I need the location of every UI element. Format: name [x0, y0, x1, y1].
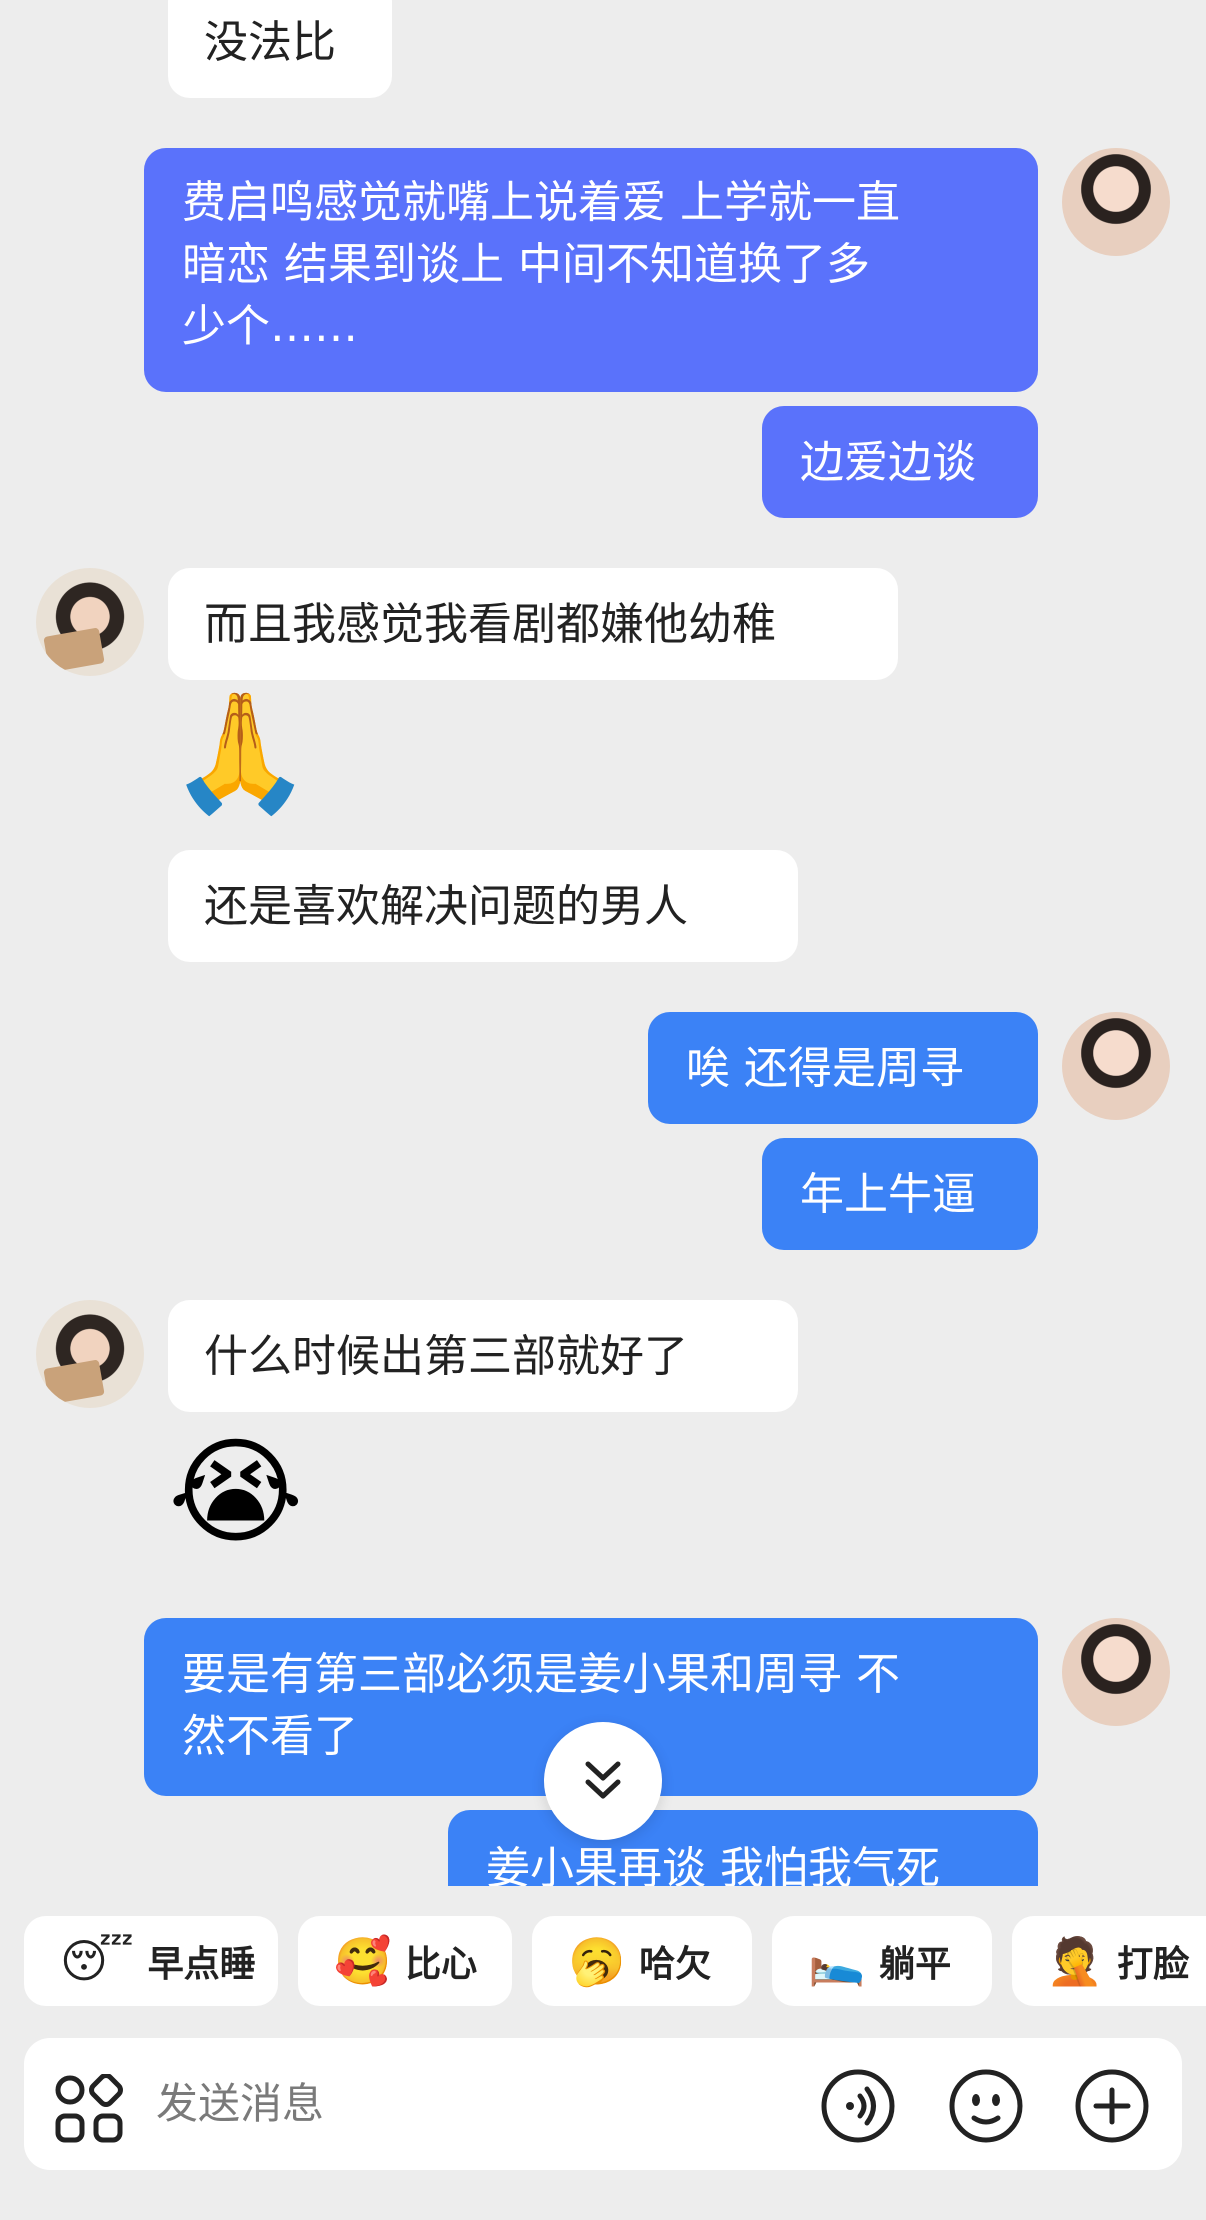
- message-input-bar: 发送消息: [24, 2038, 1182, 2170]
- heart-gesture-icon: 🥰: [334, 1934, 392, 1988]
- message-bubble-sent[interactable]: 姜小果再谈 我怕我气死: [448, 1810, 1038, 1886]
- message-bubble-sent[interactable]: 边爱边谈: [762, 406, 1038, 518]
- message-text: 还是喜欢解决问题的男人: [204, 881, 688, 932]
- plus-icon[interactable]: [1074, 2068, 1150, 2144]
- praying-hands-emoji[interactable]: 🙏: [168, 688, 312, 818]
- crying-face-emoji[interactable]: 😭: [168, 1428, 304, 1558]
- message-text: 没法比: [204, 17, 336, 68]
- sleeping-face-icon: 😴: [60, 1934, 134, 1988]
- quick-reply-bar[interactable]: 😴 早点睡 🥰 比心 🥱 哈欠 🛌 躺平 🤦 打脸: [0, 1916, 1206, 2008]
- message-input[interactable]: 发送消息: [156, 2076, 324, 2132]
- message-bubble-sent[interactable]: 年上牛逼: [762, 1138, 1038, 1250]
- self-avatar[interactable]: [1062, 1618, 1170, 1726]
- chevron-double-down-icon: [585, 1761, 621, 1799]
- quick-reply-label: 早点睡: [147, 1944, 256, 1985]
- scroll-to-bottom-button[interactable]: [544, 1722, 662, 1840]
- message-bubble-received[interactable]: 而且我感觉我看剧都嫌他幼稚: [168, 568, 898, 680]
- quick-reply-label: 哈欠: [639, 1944, 712, 1985]
- lying-down-icon: 🛌: [808, 1934, 866, 1988]
- quick-reply-yawn[interactable]: 🥱 哈欠: [532, 1916, 752, 2006]
- face-slap-icon: 🤦: [1046, 1934, 1104, 1988]
- message-bubble-received[interactable]: 还是喜欢解决问题的男人: [168, 850, 798, 962]
- message-bubble-received[interactable]: 没法比: [168, 0, 392, 98]
- message-text: 姜小果再谈 我怕我气死: [486, 1843, 940, 1886]
- contact-avatar[interactable]: [36, 568, 144, 676]
- quick-reply-sleep[interactable]: 😴 早点睡: [24, 1916, 278, 2006]
- message-text-line: 暗恋 结果到谈上 中间不知道换了多: [182, 239, 870, 290]
- message-text-line: 少个……: [182, 301, 358, 352]
- quick-reply-face-slap[interactable]: 🤦 打脸: [1012, 1916, 1206, 2006]
- quick-reply-label: 躺平: [879, 1944, 952, 1985]
- self-avatar[interactable]: [1062, 148, 1170, 256]
- voice-icon[interactable]: [820, 2068, 896, 2144]
- contact-avatar[interactable]: [36, 1300, 144, 1408]
- message-text-line: 要是有第三部必须是姜小果和周寻 不: [182, 1649, 900, 1700]
- message-text: 唉 还得是周寻: [686, 1043, 964, 1094]
- quick-reply-label: 打脸: [1117, 1944, 1190, 1985]
- self-avatar[interactable]: [1062, 1012, 1170, 1120]
- quick-reply-lie-flat[interactable]: 🛌 躺平: [772, 1916, 992, 2006]
- apps-grid-icon[interactable]: [54, 2074, 124, 2144]
- message-text: 年上牛逼: [800, 1169, 976, 1220]
- message-text: 什么时候出第三部就好了: [204, 1331, 688, 1382]
- yawning-face-icon: 🥱: [568, 1934, 626, 1988]
- message-text-line: 费启鸣感觉就嘴上说着爱 上学就一直: [182, 177, 900, 228]
- message-bubble-sent[interactable]: 费启鸣感觉就嘴上说着爱 上学就一直 暗恋 结果到谈上 中间不知道换了多 少个……: [144, 148, 1038, 392]
- message-bubble-sent[interactable]: 唉 还得是周寻: [648, 1012, 1038, 1124]
- quick-reply-heart[interactable]: 🥰 比心: [298, 1916, 512, 2006]
- message-bubble-received[interactable]: 什么时候出第三部就好了: [168, 1300, 798, 1412]
- chat-area[interactable]: 没法比 费启鸣感觉就嘴上说着爱 上学就一直 暗恋 结果到谈上 中间不知道换了多 …: [0, 0, 1206, 1886]
- message-text: 而且我感觉我看剧都嫌他幼稚: [204, 599, 776, 650]
- quick-reply-label: 比心: [405, 1944, 478, 1985]
- emoji-face-icon[interactable]: [948, 2068, 1024, 2144]
- message-text: 边爱边谈: [800, 437, 976, 488]
